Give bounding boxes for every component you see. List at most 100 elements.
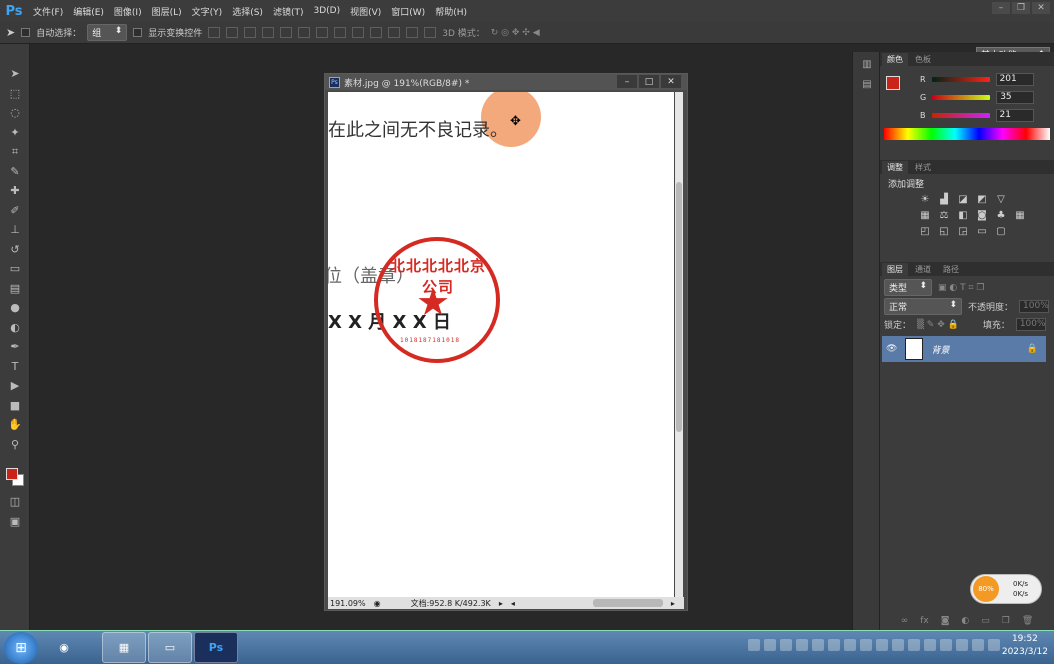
layer-row-background[interactable]: 👁 背景 🔒 bbox=[882, 336, 1046, 362]
pen-tool-icon[interactable]: ✒ bbox=[0, 337, 30, 357]
tray-icon-8[interactable] bbox=[860, 639, 872, 651]
taskbar-app-1[interactable]: ◉ bbox=[42, 632, 86, 663]
align-hcenter-icon[interactable] bbox=[280, 27, 293, 38]
show-transform-checkbox[interactable] bbox=[133, 28, 143, 37]
tray-icon-2[interactable] bbox=[764, 639, 776, 651]
tray-icon-1[interactable] bbox=[748, 639, 760, 651]
hue-sat-icon[interactable]: ▦ bbox=[918, 209, 932, 221]
lasso-tool-icon[interactable]: ◌ bbox=[0, 103, 30, 123]
link-icon[interactable]: ∞ bbox=[901, 616, 909, 630]
move-tool-icon[interactable]: ➤ bbox=[0, 64, 30, 84]
color-spectrum[interactable] bbox=[884, 128, 1050, 140]
eraser-icon[interactable]: ▭ bbox=[0, 259, 30, 279]
gradient-map-icon[interactable]: ▭ bbox=[975, 225, 989, 237]
image-canvas[interactable]: 在此之间无不良记录。 位（盖章） X X 月 X X 日 北北北北北京公司 ★ … bbox=[328, 92, 674, 598]
crop-tool-icon[interactable]: ⌗ bbox=[0, 142, 30, 162]
eye-icon[interactable]: 👁 bbox=[886, 344, 897, 354]
delete-icon[interactable]: 🗑 bbox=[1022, 616, 1033, 630]
tab-color[interactable]: 颜色 bbox=[882, 53, 908, 66]
menu-view[interactable]: 视图(V) bbox=[345, 5, 386, 18]
dodge-tool-icon[interactable]: ◐ bbox=[0, 318, 30, 338]
align-right-icon[interactable] bbox=[298, 27, 311, 38]
tray-icon-14[interactable] bbox=[956, 639, 968, 651]
menu-type[interactable]: 文字(Y) bbox=[187, 5, 228, 18]
new-layer-icon[interactable]: ❐ bbox=[1002, 616, 1010, 630]
taskbar-photoshop[interactable]: Ps bbox=[194, 632, 238, 663]
color-balance-icon[interactable]: ⚖ bbox=[937, 209, 951, 221]
auto-select-checkbox[interactable] bbox=[21, 28, 31, 37]
blur-tool-icon[interactable]: ● bbox=[0, 298, 30, 318]
tab-channels[interactable]: 通道 bbox=[910, 263, 936, 276]
path-select-icon[interactable]: ▶ bbox=[0, 376, 30, 396]
tray-icon-9[interactable] bbox=[876, 639, 888, 651]
quick-mask-icon[interactable]: ◫ bbox=[0, 492, 30, 512]
levels-icon[interactable]: ▟ bbox=[937, 193, 951, 205]
threshold-icon[interactable]: ◲ bbox=[956, 225, 970, 237]
volume-icon[interactable] bbox=[924, 639, 936, 651]
taskbar-app-2[interactable]: ▦ bbox=[102, 632, 146, 663]
blend-mode-dropdown[interactable]: 正常 ⬍ bbox=[884, 298, 962, 315]
tab-adjustments[interactable]: 调整 bbox=[882, 161, 908, 174]
tray-icon-11[interactable] bbox=[908, 639, 920, 651]
distribute-left-icon[interactable] bbox=[370, 27, 383, 38]
minimize-icon[interactable]: – bbox=[992, 2, 1010, 14]
tray-icon-6[interactable] bbox=[828, 639, 840, 651]
fx-icon[interactable]: fx bbox=[920, 616, 929, 630]
invert-icon[interactable]: ◰ bbox=[918, 225, 932, 237]
value-b[interactable]: 21 bbox=[995, 108, 1034, 122]
vibrance-icon[interactable]: ▽ bbox=[994, 193, 1008, 205]
photo-filter-icon[interactable]: ◙ bbox=[975, 209, 989, 221]
tab-swatches[interactable]: 色板 bbox=[910, 53, 936, 66]
align-left-icon[interactable] bbox=[262, 27, 275, 38]
filter-icons[interactable]: ▣ ◐ T ⌗ ❐ bbox=[938, 283, 984, 293]
slider-r[interactable] bbox=[931, 76, 990, 82]
layer-filter-dropdown[interactable]: 类型 ⬍ bbox=[884, 279, 932, 296]
distribute-right-icon[interactable] bbox=[406, 27, 419, 38]
menu-window[interactable]: 窗口(W) bbox=[386, 5, 430, 18]
gradient-tool-icon[interactable]: ▤ bbox=[0, 279, 30, 299]
vertical-scroll-thumb[interactable] bbox=[676, 182, 682, 432]
mask-icon[interactable]: ◙ bbox=[941, 616, 950, 630]
posterize-icon[interactable]: ◱ bbox=[937, 225, 951, 237]
tray-icon-3[interactable] bbox=[780, 639, 792, 651]
restore-icon[interactable]: ❐ bbox=[1012, 2, 1030, 14]
menu-3d[interactable]: 3D(D) bbox=[308, 6, 345, 16]
distribute-vcenter-icon[interactable] bbox=[334, 27, 347, 38]
align-bottom-icon[interactable] bbox=[244, 27, 257, 38]
screen-mode-icon[interactable]: ▣ bbox=[0, 512, 30, 532]
type-tool-icon[interactable]: T bbox=[0, 357, 30, 377]
foreground-color-swatch[interactable] bbox=[6, 468, 18, 480]
doc-minimize-icon[interactable]: – bbox=[617, 75, 637, 88]
group-icon[interactable]: ▭ bbox=[981, 616, 990, 630]
marquee-tool-icon[interactable]: ⬚ bbox=[0, 84, 30, 104]
auto-select-dropdown[interactable]: 组 ⬍ bbox=[87, 24, 128, 41]
close-icon[interactable]: ✕ bbox=[1032, 2, 1050, 14]
doc-close-icon[interactable]: ✕ bbox=[661, 75, 681, 88]
align-top-icon[interactable] bbox=[208, 27, 221, 38]
distribute-hcenter-icon[interactable] bbox=[388, 27, 401, 38]
eyedropper-icon[interactable]: ✎ bbox=[0, 162, 30, 182]
horizontal-scroll-thumb[interactable] bbox=[592, 599, 663, 607]
tray-icon-7[interactable] bbox=[844, 639, 856, 651]
tray-icon-10[interactable] bbox=[892, 639, 904, 651]
move-tool-icon[interactable]: ➤ bbox=[6, 26, 15, 39]
menu-edit[interactable]: 编辑(E) bbox=[68, 5, 109, 18]
hand-tool-icon[interactable]: ✋ bbox=[0, 415, 30, 435]
history-brush-icon[interactable]: ↺ bbox=[0, 240, 30, 260]
tray-icon-15[interactable] bbox=[972, 639, 984, 651]
vertical-scrollbar[interactable] bbox=[675, 92, 683, 598]
status-arrow-icon[interactable]: ▸ bbox=[499, 599, 503, 608]
slider-b[interactable] bbox=[931, 112, 990, 118]
tab-layers[interactable]: 图层 bbox=[882, 263, 908, 276]
brightness-icon[interactable]: ☀ bbox=[918, 193, 932, 205]
scroll-right-icon[interactable]: ▸ bbox=[671, 599, 675, 608]
menu-layer[interactable]: 图层(L) bbox=[147, 5, 187, 18]
rotate-3d-icon[interactable]: ↻ ◎ ✥ ✣ ◀ bbox=[491, 28, 540, 38]
tray-icon-5[interactable] bbox=[812, 639, 824, 651]
menu-image[interactable]: 图像(I) bbox=[109, 5, 147, 18]
fill-value[interactable]: 100% bbox=[1015, 318, 1046, 331]
bw-icon[interactable]: ◧ bbox=[956, 209, 970, 221]
value-r[interactable]: 201 bbox=[995, 72, 1034, 86]
align-vcenter-icon[interactable] bbox=[226, 27, 239, 38]
menu-help[interactable]: 帮助(H) bbox=[430, 5, 472, 18]
